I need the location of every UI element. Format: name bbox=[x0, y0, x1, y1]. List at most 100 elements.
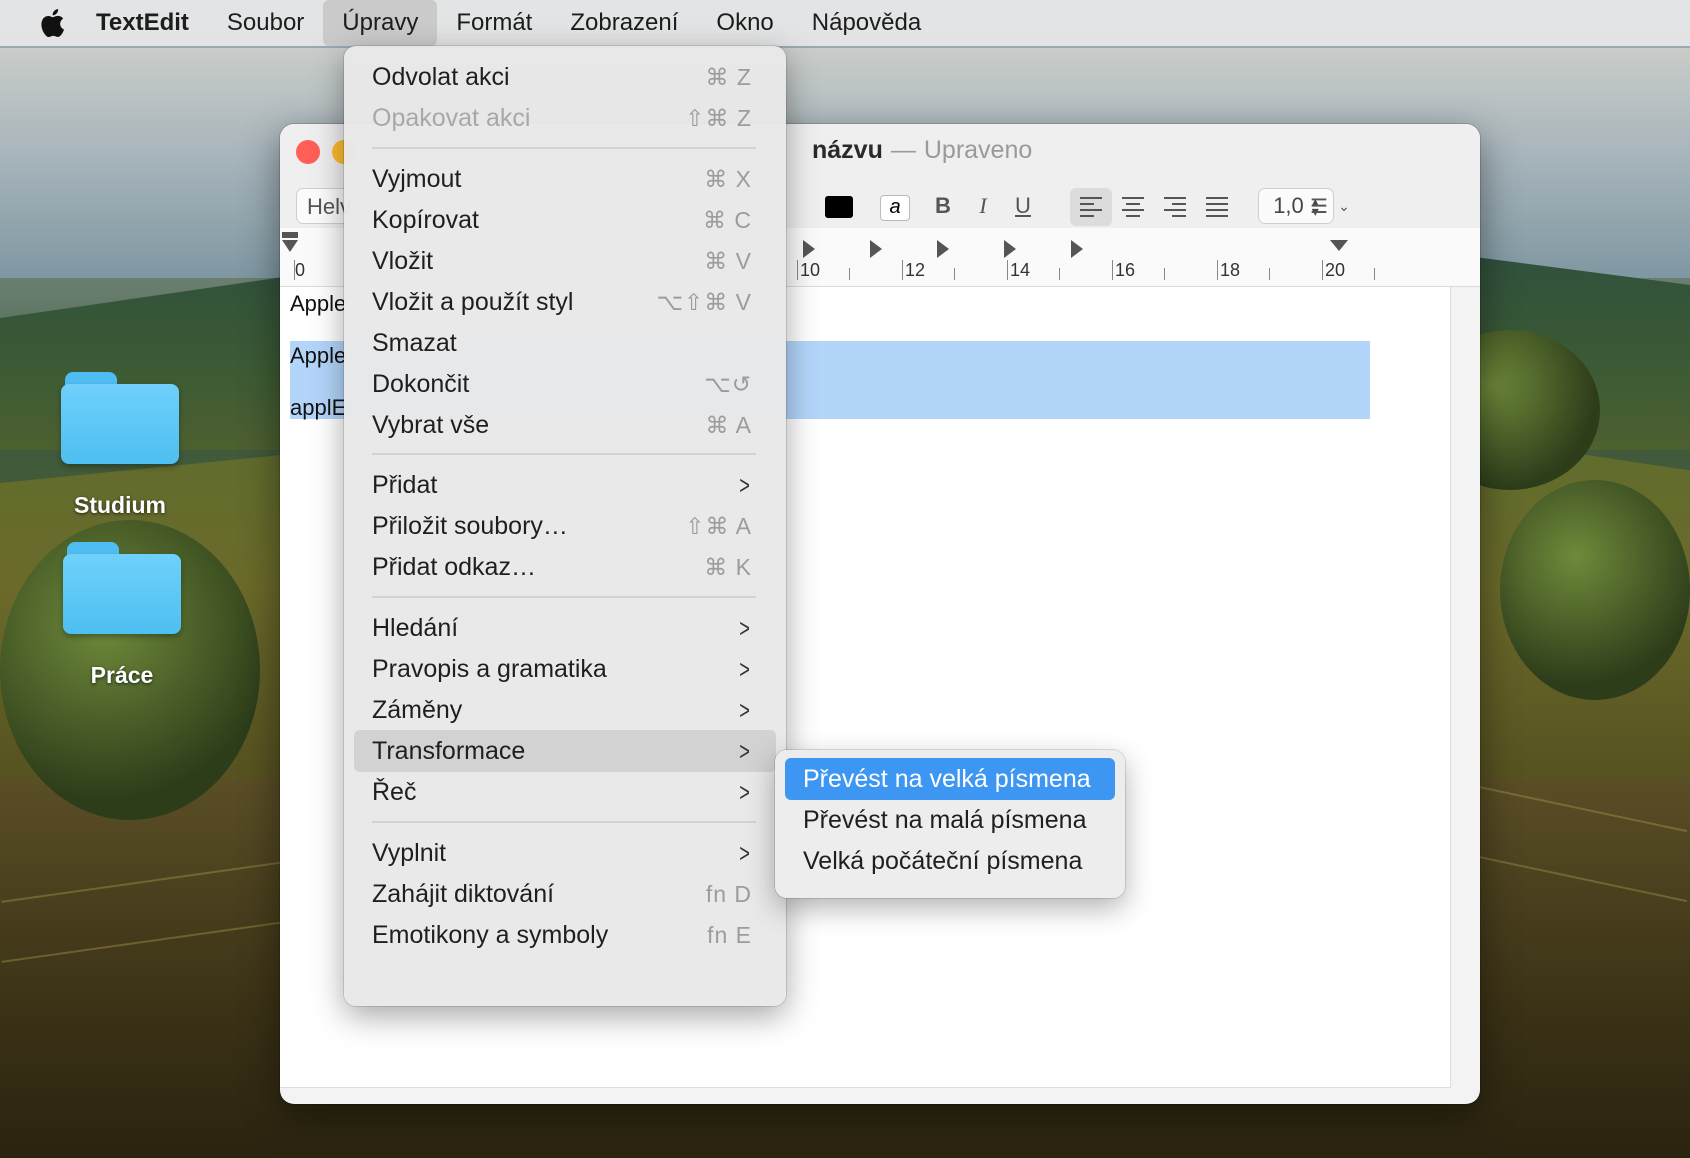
apple-logo-icon[interactable] bbox=[38, 8, 66, 38]
ruler-number: 12 bbox=[905, 260, 926, 280]
menu-item-add-link[interactable]: Přidat odkaz… ⌘ K bbox=[354, 546, 776, 588]
ruler-tick bbox=[1007, 260, 1008, 280]
underline-button[interactable]: U bbox=[1008, 188, 1038, 224]
menu-item-find[interactable]: Hledání > bbox=[354, 607, 776, 649]
ruler-number: 20 bbox=[1325, 260, 1346, 280]
menu-item-paste-match-style[interactable]: Vložit a použít styl ⌥⇧⌘ V bbox=[354, 281, 776, 323]
bold-button[interactable]: B bbox=[928, 188, 958, 224]
menu-item-label: Přiložit soubory… bbox=[372, 511, 568, 540]
ruler-number: 10 bbox=[800, 260, 821, 280]
folder-label: Práce bbox=[90, 662, 154, 688]
menu-soubor[interactable]: Soubor bbox=[208, 0, 323, 46]
menu-format[interactable]: Formát bbox=[437, 0, 551, 46]
menu-item-copy[interactable]: Kopírovat ⌘ C bbox=[354, 199, 776, 241]
menu-item-label: Vložit bbox=[372, 246, 434, 275]
tab-stop-icon[interactable] bbox=[803, 240, 815, 258]
menu-item-cut[interactable]: Vyjmout ⌘ X bbox=[354, 158, 776, 200]
menu-napoveda[interactable]: Nápověda bbox=[793, 0, 940, 46]
menu-item-substitutions[interactable]: Záměny > bbox=[354, 689, 776, 731]
shortcut-label: ⌘ A bbox=[705, 411, 752, 438]
shortcut-label: ⌥⇧⌘ V bbox=[656, 288, 752, 315]
submenu-item-lowercase[interactable]: Převést na malá písmena bbox=[785, 799, 1115, 841]
ruler-tick bbox=[849, 268, 850, 280]
menu-item-label: Zahájit diktování bbox=[372, 879, 555, 908]
highlight-color-well[interactable]: a bbox=[880, 195, 910, 221]
window-title: názvu — Upraveno bbox=[812, 136, 1032, 165]
menu-item-label: Odvolat akci bbox=[372, 62, 510, 91]
ruler-number: 14 bbox=[1010, 260, 1031, 280]
menu-upravy[interactable]: Úpravy bbox=[323, 0, 438, 46]
shortcut-label: ⌘ C bbox=[703, 206, 752, 233]
shortcut-label: ⌘ Z bbox=[705, 63, 752, 90]
left-indent-marker-icon[interactable] bbox=[282, 240, 298, 252]
menu-separator bbox=[372, 147, 756, 149]
list-style-button[interactable]: ☰ ⌄ bbox=[1300, 188, 1360, 224]
tab-stop-icon[interactable] bbox=[937, 240, 949, 258]
shortcut-label: fn E bbox=[707, 921, 752, 948]
tab-stop-icon[interactable] bbox=[1004, 240, 1016, 258]
submenu-item-uppercase[interactable]: Převést na velká písmena bbox=[785, 758, 1115, 800]
menu-item-label: Transformace bbox=[372, 736, 526, 765]
ruler-tick bbox=[294, 260, 295, 280]
title-document-name: názvu bbox=[812, 136, 883, 164]
menu-item-paste[interactable]: Vložit ⌘ V bbox=[354, 240, 776, 282]
ruler-tick bbox=[797, 260, 798, 280]
align-center-button[interactable] bbox=[1112, 188, 1154, 226]
shortcut-label: ⇧⌘ Z bbox=[685, 104, 752, 131]
desktop-folder-prace[interactable]: Práce bbox=[47, 542, 197, 689]
menu-item-label: Pravopis a gramatika bbox=[372, 654, 607, 683]
menu-okno[interactable]: Okno bbox=[697, 0, 792, 46]
folder-icon bbox=[61, 372, 179, 464]
folder-label: Studium bbox=[74, 492, 166, 518]
menu-item-label: Vložit a použít styl bbox=[372, 287, 574, 316]
menu-zobrazeni[interactable]: Zobrazení bbox=[551, 0, 697, 46]
menu-item-transformations[interactable]: Transformace > bbox=[354, 730, 776, 772]
menu-item-complete[interactable]: Dokončit ⌥↺ bbox=[354, 363, 776, 405]
folder-icon bbox=[63, 542, 181, 634]
menu-item-select-all[interactable]: Vybrat vše ⌘ A bbox=[354, 404, 776, 446]
menu-item-label: Smazat bbox=[372, 328, 457, 357]
menu-item-undo[interactable]: Odvolat akci ⌘ Z bbox=[354, 56, 776, 98]
menu-separator bbox=[372, 453, 756, 455]
text-color-well[interactable] bbox=[825, 196, 853, 218]
menu-item-label: Opakovat akci bbox=[372, 103, 531, 132]
ruler-tick bbox=[1322, 260, 1323, 280]
menu-item-emoji-symbols[interactable]: Emotikony a symboly fn E bbox=[354, 914, 776, 956]
menu-item-label: Přidat odkaz… bbox=[372, 552, 536, 581]
chevron-right-icon: > bbox=[739, 469, 750, 500]
menu-item-label: Vyplnit bbox=[372, 838, 447, 867]
bullet-list-icon: ☰ bbox=[1310, 195, 1329, 218]
menu-item-start-dictation[interactable]: Zahájit diktování fn D bbox=[354, 873, 776, 915]
menu-item-autofill[interactable]: Vyplnit > bbox=[354, 832, 776, 874]
ruler-tick bbox=[1217, 260, 1218, 280]
right-margin-marker-icon[interactable] bbox=[1330, 240, 1348, 251]
tab-stop-icon[interactable] bbox=[870, 240, 882, 258]
doc-line: Apple bbox=[290, 343, 347, 368]
menu-item-spelling[interactable]: Pravopis a gramatika > bbox=[354, 648, 776, 690]
tab-stop-icon[interactable] bbox=[1071, 240, 1083, 258]
chevron-down-icon: ⌄ bbox=[1338, 197, 1350, 214]
menu-item-delete[interactable]: Smazat bbox=[354, 322, 776, 364]
menu-item-add[interactable]: Přidat > bbox=[354, 464, 776, 506]
menu-item-label: Řeč bbox=[372, 777, 417, 806]
menu-item-attach-files[interactable]: Přiložit soubory… ⇧⌘ A bbox=[354, 505, 776, 547]
italic-button[interactable]: I bbox=[968, 188, 998, 224]
menu-item-speech[interactable]: Řeč > bbox=[354, 771, 776, 813]
chevron-right-icon: > bbox=[739, 653, 750, 684]
menu-item-label: Kopírovat bbox=[372, 205, 480, 234]
first-line-indent-marker-icon[interactable] bbox=[282, 232, 298, 238]
ruler-tick bbox=[1164, 268, 1165, 280]
shortcut-label: ⇧⌘ A bbox=[685, 512, 752, 539]
align-right-button[interactable] bbox=[1154, 188, 1196, 226]
close-window-icon[interactable] bbox=[296, 140, 320, 164]
align-left-button[interactable] bbox=[1070, 188, 1112, 226]
ruler-tick bbox=[954, 268, 955, 280]
desktop-tree bbox=[1500, 480, 1690, 700]
align-justify-button[interactable] bbox=[1196, 188, 1238, 226]
menu-item-label: Hledání bbox=[372, 613, 459, 642]
desktop-folder-studium[interactable]: Studium bbox=[45, 372, 195, 519]
submenu-item-capitalize[interactable]: Velká počáteční písmena bbox=[785, 840, 1115, 882]
transformations-submenu: Převést na velká písmena Převést na malá… bbox=[775, 750, 1125, 898]
menu-app-name[interactable]: TextEdit bbox=[96, 0, 208, 46]
menu-item-label: Záměny bbox=[372, 695, 463, 724]
